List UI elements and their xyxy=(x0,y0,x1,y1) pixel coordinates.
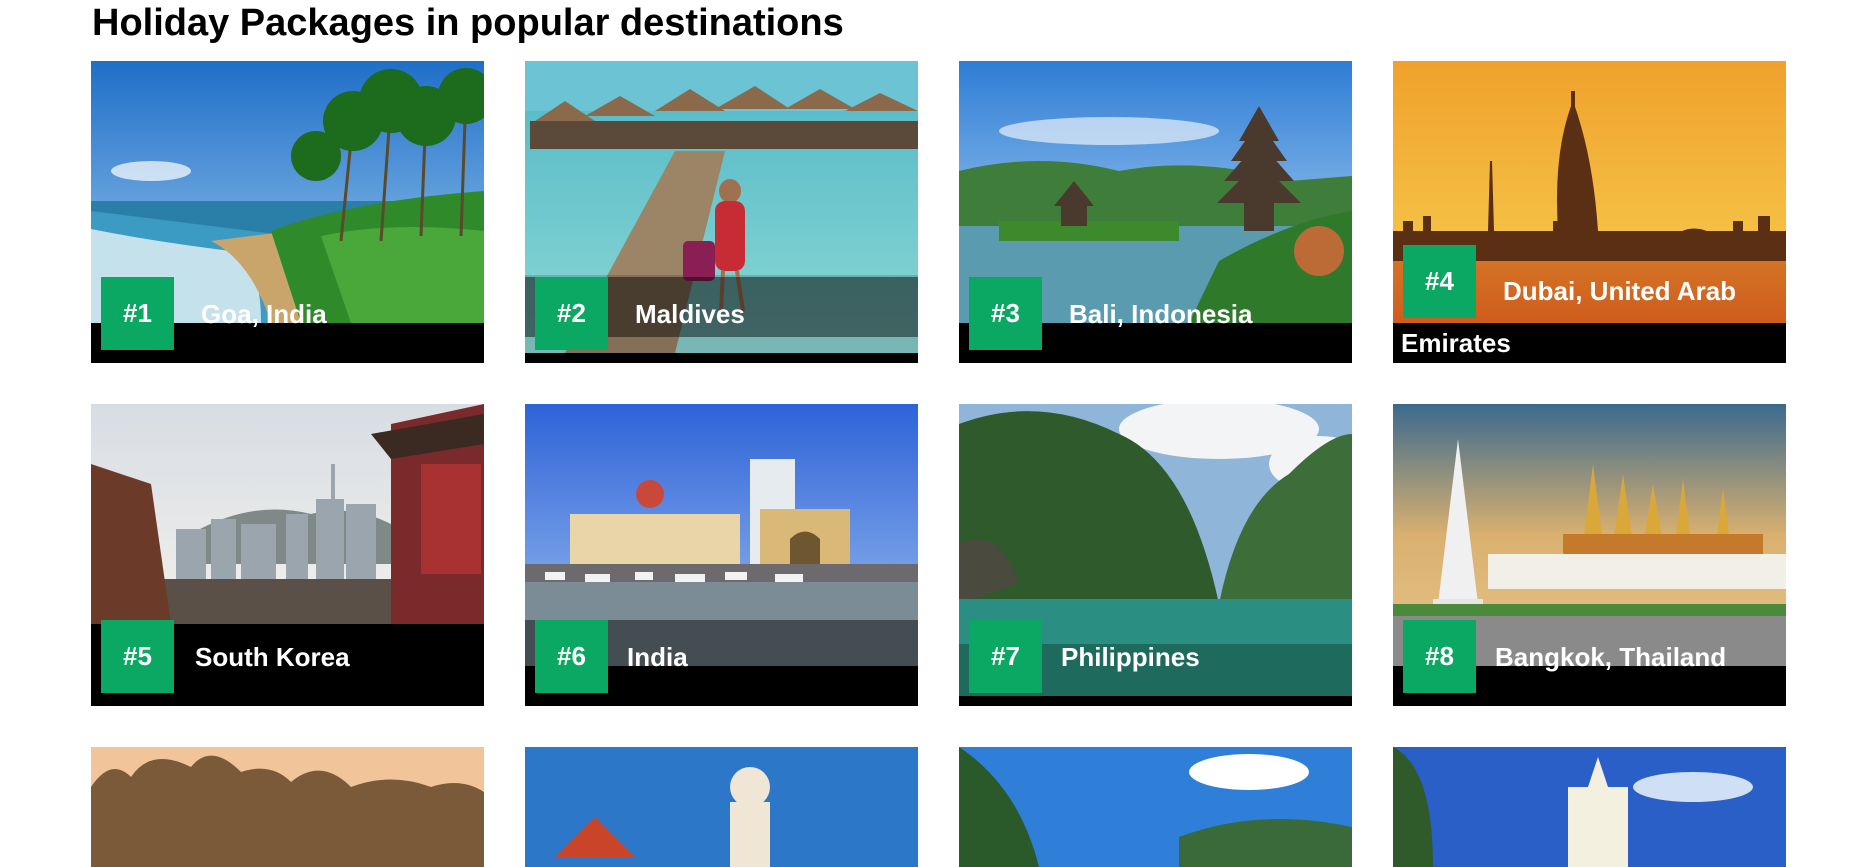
rank-badge: #5 xyxy=(101,620,174,693)
destinations-grid: #1 Goa, India #2 Maldives #3 Bali, Indon… xyxy=(91,61,1786,706)
rank-badge: #1 xyxy=(101,277,174,350)
destination-name: Goa, India xyxy=(201,299,327,329)
rank-badge: #6 xyxy=(535,620,608,693)
destination-name: Dubai, United Arab Emirates xyxy=(1401,276,1737,358)
destination-card-philippines[interactable]: #7 Philippines xyxy=(959,404,1352,706)
destination-card-12[interactable] xyxy=(1393,747,1786,867)
destination-name: India xyxy=(627,642,688,672)
destination-card-bali[interactable]: #3 Bali, Indonesia xyxy=(959,61,1352,363)
rank-badge: #7 xyxy=(969,620,1042,693)
destination-name: Philippines xyxy=(1061,642,1200,672)
destination-name: South Korea xyxy=(195,642,350,672)
destination-card-india[interactable]: #6 India xyxy=(525,404,918,706)
destination-card-dubai[interactable]: #4 Dubai, United Arab Emirates xyxy=(1393,61,1786,363)
white-church-image xyxy=(1393,747,1786,867)
destination-card-south-korea[interactable]: #5 South Korea xyxy=(91,404,484,706)
destination-card-goa[interactable]: #1 Goa, India xyxy=(91,61,484,363)
destination-card-maldives[interactable]: #2 Maldives xyxy=(525,61,918,363)
destination-card-bangkok[interactable]: #8 Bangkok, Thailand xyxy=(1393,404,1786,706)
rank-badge: #8 xyxy=(1403,620,1476,693)
destination-card-10[interactable] xyxy=(525,747,918,867)
destination-name: Maldives xyxy=(635,299,745,329)
island-bay-image xyxy=(959,747,1352,867)
destination-card-9[interactable] xyxy=(91,747,484,867)
destination-card-11[interactable] xyxy=(959,747,1352,867)
karst-mountains-image xyxy=(91,747,484,867)
destination-name: Bangkok, Thailand xyxy=(1495,642,1727,672)
destination-name: Bali, Indonesia xyxy=(1069,299,1253,329)
thai-statue-image xyxy=(525,747,918,867)
page-title: Holiday Packages in popular destinations xyxy=(92,2,844,44)
destinations-grid-row-3 xyxy=(91,747,1786,867)
south-korea-city-image xyxy=(91,404,484,624)
rank-badge: #2 xyxy=(535,277,608,350)
rank-badge: #3 xyxy=(969,277,1042,350)
